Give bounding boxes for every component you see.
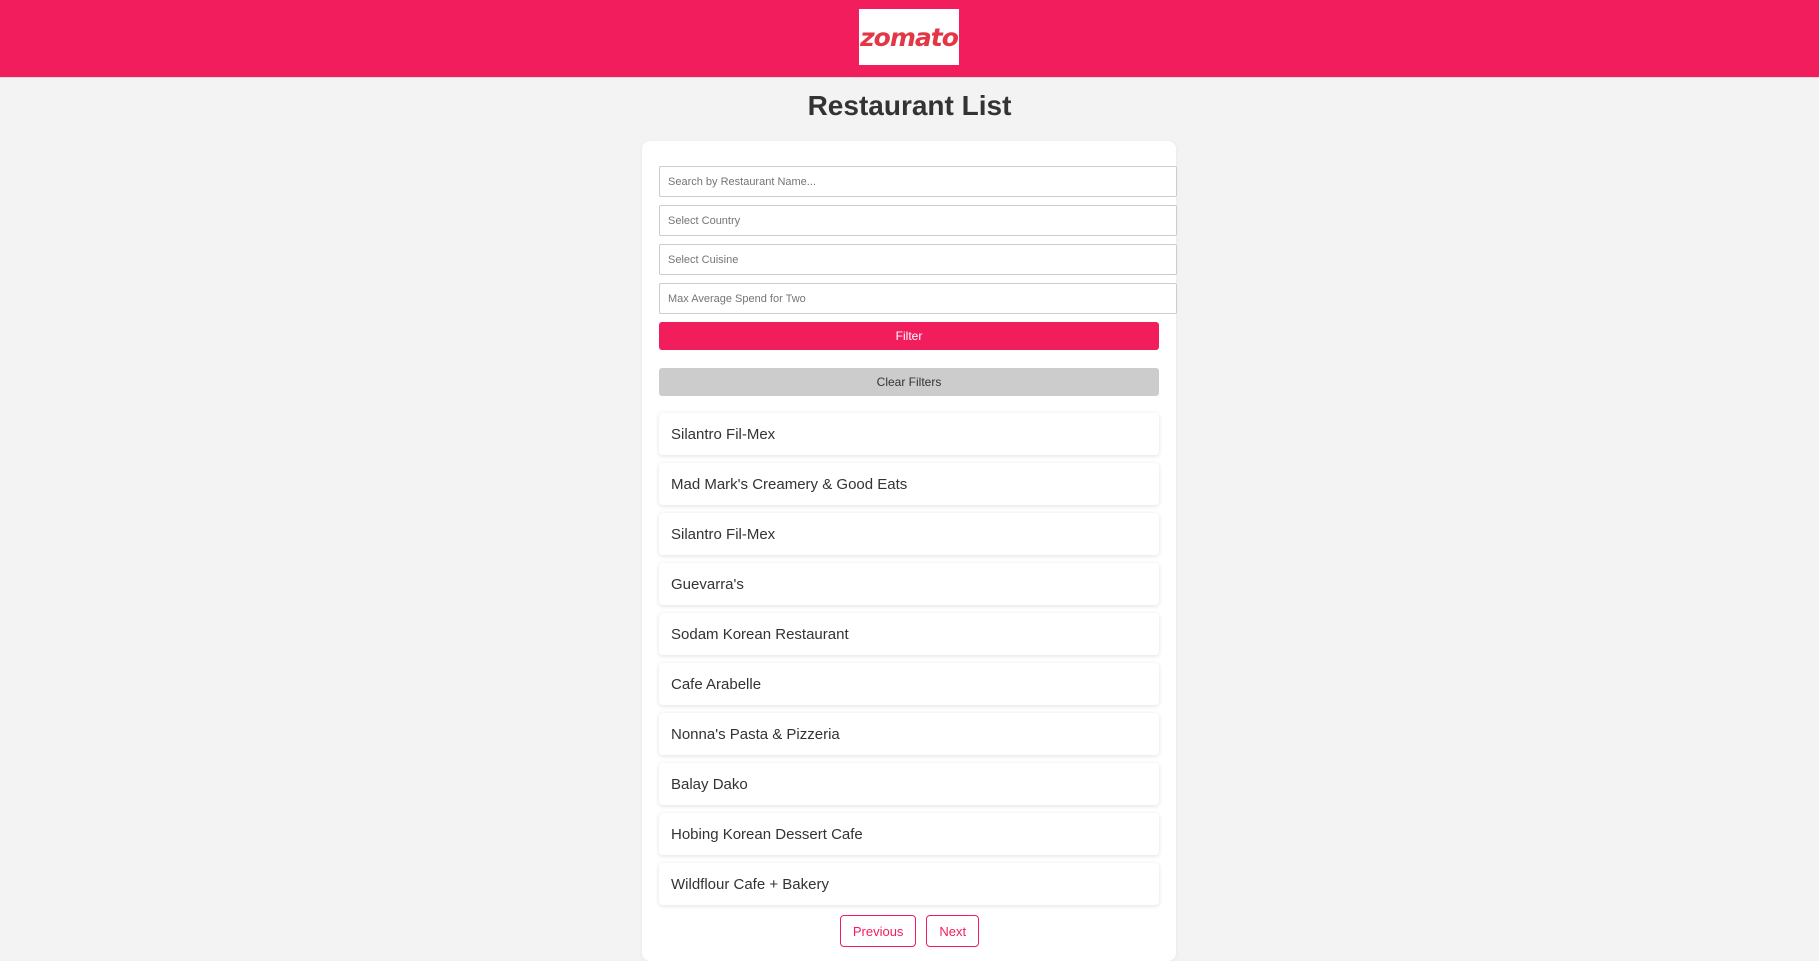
logo-text: zomato [860,22,959,52]
pagination: Previous Next [0,915,1819,947]
cuisine-input[interactable] [659,244,1177,275]
country-input[interactable] [659,205,1177,236]
top-header: zomato [0,0,1819,78]
next-page-button[interactable]: Next [926,915,980,947]
restaurant-item[interactable]: Cafe Arabelle [659,663,1159,705]
restaurant-list: Silantro Fil-Mex Mad Mark's Creamery & G… [659,413,1159,913]
restaurant-item[interactable]: Silantro Fil-Mex [659,413,1159,455]
restaurant-item[interactable]: Guevarra's [659,563,1159,605]
restaurant-item[interactable]: Wildflour Cafe + Bakery [659,863,1159,905]
search-input[interactable] [659,166,1177,197]
filter-button[interactable]: Filter [659,322,1159,350]
clear-filters-button[interactable]: Clear Filters [659,368,1159,396]
restaurant-item[interactable]: Balay Dako [659,763,1159,805]
zomato-logo[interactable]: zomato [859,9,959,65]
page-title: Restaurant List [807,90,1012,121]
restaurant-item[interactable]: Nonna's Pasta & Pizzeria [659,713,1159,755]
restaurant-item[interactable]: Mad Mark's Creamery & Good Eats [659,463,1159,505]
max-spend-input[interactable] [659,283,1177,314]
restaurant-item[interactable]: Sodam Korean Restaurant [659,613,1159,655]
restaurant-item[interactable]: Hobing Korean Dessert Cafe [659,813,1159,855]
previous-page-button[interactable]: Previous [839,915,917,947]
restaurant-item[interactable]: Silantro Fil-Mex [659,513,1159,555]
